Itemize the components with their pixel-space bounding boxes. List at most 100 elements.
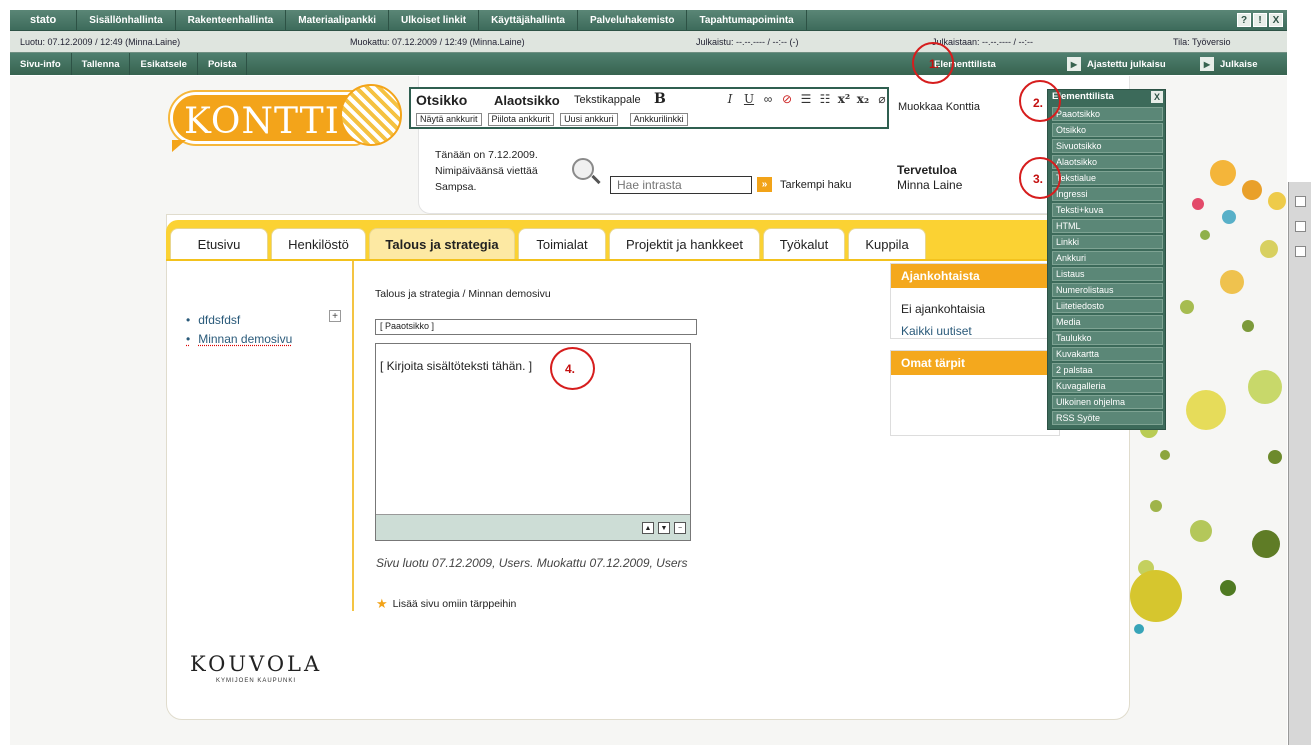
welcome-user: Minna Laine [897,178,963,192]
element-item[interactable]: Numerolistaus [1052,283,1163,297]
tab-toimialat[interactable]: Toimialat [518,228,606,260]
search-go-button[interactable]: » [757,177,772,192]
tab-etusivu[interactable]: Etusivu [170,228,268,260]
style-heading[interactable]: Otsikko [416,92,467,108]
menu-service-directory[interactable]: Palveluhakemisto [578,10,688,30]
element-item[interactable]: Teksti+kuva [1052,203,1163,217]
kontti-logo[interactable]: KONTTI [170,80,410,160]
element-item[interactable]: Linkki [1052,235,1163,249]
numbered-list-icon[interactable]: ☷ [818,92,832,106]
publish-button[interactable]: ▶ Julkaise [1200,53,1258,75]
style-paragraph[interactable]: Tekstikappale [574,94,641,106]
format-buttons: I U ∞ ⊘ ☰ ☷ x² x₂ ⌀ [723,92,889,106]
element-item[interactable]: HTML [1052,219,1163,233]
remove-icon[interactable]: − [674,522,686,534]
subscript-icon[interactable]: x₂ [856,92,870,106]
status-info: Tila: Työversio [1173,37,1231,47]
expand-icon[interactable]: + [329,310,341,322]
side-panel-checkbox[interactable] [1295,196,1306,207]
star-icon: ★ [376,596,388,611]
element-item[interactable]: Liitetiedosto [1052,299,1163,313]
italic-icon[interactable]: I [723,92,737,106]
admin-main-menu: stato Sisällönhallinta Rakenteenhallinta… [10,10,1287,31]
menu-event-picker[interactable]: Tapahtumapoiminta [687,10,807,30]
element-item[interactable]: RSS Syöte [1052,411,1163,425]
element-item[interactable]: Kuvagalleria [1052,379,1163,393]
menu-content-management[interactable]: Sisällönhallinta [77,10,176,30]
close-icon[interactable]: X [1269,13,1283,27]
unlink-icon[interactable]: ⊘ [780,92,794,106]
tips-box: Omat tärpit [890,350,1060,436]
nav-item-dfdsfdsf[interactable]: dfdsfdsf [186,311,292,330]
all-news-link[interactable]: Kaikki uutiset [901,324,972,338]
side-panel-scrollbar[interactable] [1288,182,1311,745]
tab-henkilosto[interactable]: Henkilöstö [271,228,366,260]
annotation-2: 2. [1033,96,1044,110]
tips-title: Omat tärpit [891,351,1059,375]
menu-user-management[interactable]: Käyttäjähallinta [479,10,578,30]
menu-stato[interactable]: stato [10,10,78,30]
bold-button[interactable]: B [654,91,666,107]
new-anchor-button[interactable]: Uusi ankkuri [560,113,618,126]
element-item[interactable]: Listaus [1052,267,1163,281]
element-item[interactable]: Ankkuri [1052,251,1163,265]
close-icon[interactable]: X [1151,91,1163,103]
move-up-icon[interactable]: ▲ [642,522,654,534]
delete-button[interactable]: Poista [198,53,248,75]
menu-structure-management[interactable]: Rakenteenhallinta [176,10,287,30]
element-item[interactable]: Kuvakartta [1052,347,1163,361]
add-favorite-link[interactable]: ★ Lisää sivu omiin tärppeihin [376,596,516,612]
element-item[interactable]: Taulukko [1052,331,1163,345]
move-down-icon[interactable]: ▼ [658,522,670,534]
side-panel-checkbox[interactable] [1295,246,1306,257]
play-icon: ▶ [1067,57,1081,71]
heading-field[interactable]: [ Paaotsikko ] [375,319,697,335]
element-item[interactable]: Media [1052,315,1163,329]
logo-text: KONTTI [184,101,340,142]
edit-kontti-link[interactable]: Muokkaa Konttia [898,101,980,113]
admin-toolbar: stato Sisällönhallinta Rakenteenhallinta… [10,10,1287,75]
scheduled-publish-button[interactable]: ▶ Ajastettu julkaisu [1067,53,1166,75]
element-item[interactable]: Ulkoinen ohjelma [1052,395,1163,409]
element-item[interactable]: Sivuotsikko [1052,139,1163,153]
content-text-placeholder[interactable]: [ Kirjoita sisältöteksti tähän. ] [380,359,532,373]
bullet-list-icon[interactable]: ☰ [799,92,813,106]
play-icon: ▶ [1200,57,1214,71]
search-input[interactable] [610,176,752,194]
element-item[interactable]: Alaotsikko [1052,155,1163,169]
page-info-button[interactable]: Sivu-info [10,53,72,75]
editor-toolbar: Otsikko Alaotsikko Tekstikappale B I U ∞… [409,87,889,129]
tab-projektit-ja-hankkeet[interactable]: Projektit ja hankkeet [609,228,760,260]
element-item[interactable]: Otsikko [1052,123,1163,137]
help-icon[interactable]: ? [1237,13,1251,27]
element-item[interactable]: 2 palstaa [1052,363,1163,377]
advanced-search-link[interactable]: Tarkempi haku [780,179,852,191]
element-item[interactable]: Tekstialue [1052,171,1163,185]
hide-anchors-button[interactable]: Piilota ankkurit [487,113,555,126]
style-subheading[interactable]: Alaotsikko [494,93,560,108]
tab-talous-ja-strategia[interactable]: Talous ja strategia [369,228,515,260]
nav-item-minnan-demosivu[interactable]: Minnan demosivu [186,330,292,349]
content-editor[interactable]: [ Kirjoita sisältöteksti tähän. ] ▲ ▼ − [375,343,691,541]
underline-icon[interactable]: U [742,92,756,106]
news-empty: Ei ajankohtaisia [901,302,986,316]
publish-label: Julkaise [1220,58,1258,70]
element-item[interactable]: Ingressi [1052,187,1163,201]
preview-button[interactable]: Esikatsele [130,53,198,75]
superscript-icon[interactable]: x² [837,92,851,106]
kouvola-tagline: KYMIJOEN KAUPUNKI [216,678,297,684]
save-button[interactable]: Tallenna [72,53,131,75]
side-panel-checkbox[interactable] [1295,221,1306,232]
tab-tyokalut[interactable]: Työkalut [763,228,845,260]
breadcrumb: Talous ja strategia / Minnan demosivu [375,288,551,300]
attachment-icon[interactable]: ⌀ [875,92,889,106]
element-list-panel: Elementtilista X Paaotsikko Otsikko Sivu… [1047,89,1166,430]
menu-external-links[interactable]: Ulkoiset linkit [389,10,480,30]
info-icon[interactable]: ! [1253,13,1267,27]
link-icon[interactable]: ∞ [761,92,775,106]
element-item[interactable]: Paaotsikko [1052,107,1163,121]
anchor-link-button[interactable]: Ankkurilinkki [629,113,688,126]
menu-material-bank[interactable]: Materiaalipankki [286,10,390,30]
tab-kuppila[interactable]: Kuppila [848,228,926,260]
show-anchors-button[interactable]: Näytä ankkurit [416,113,482,126]
